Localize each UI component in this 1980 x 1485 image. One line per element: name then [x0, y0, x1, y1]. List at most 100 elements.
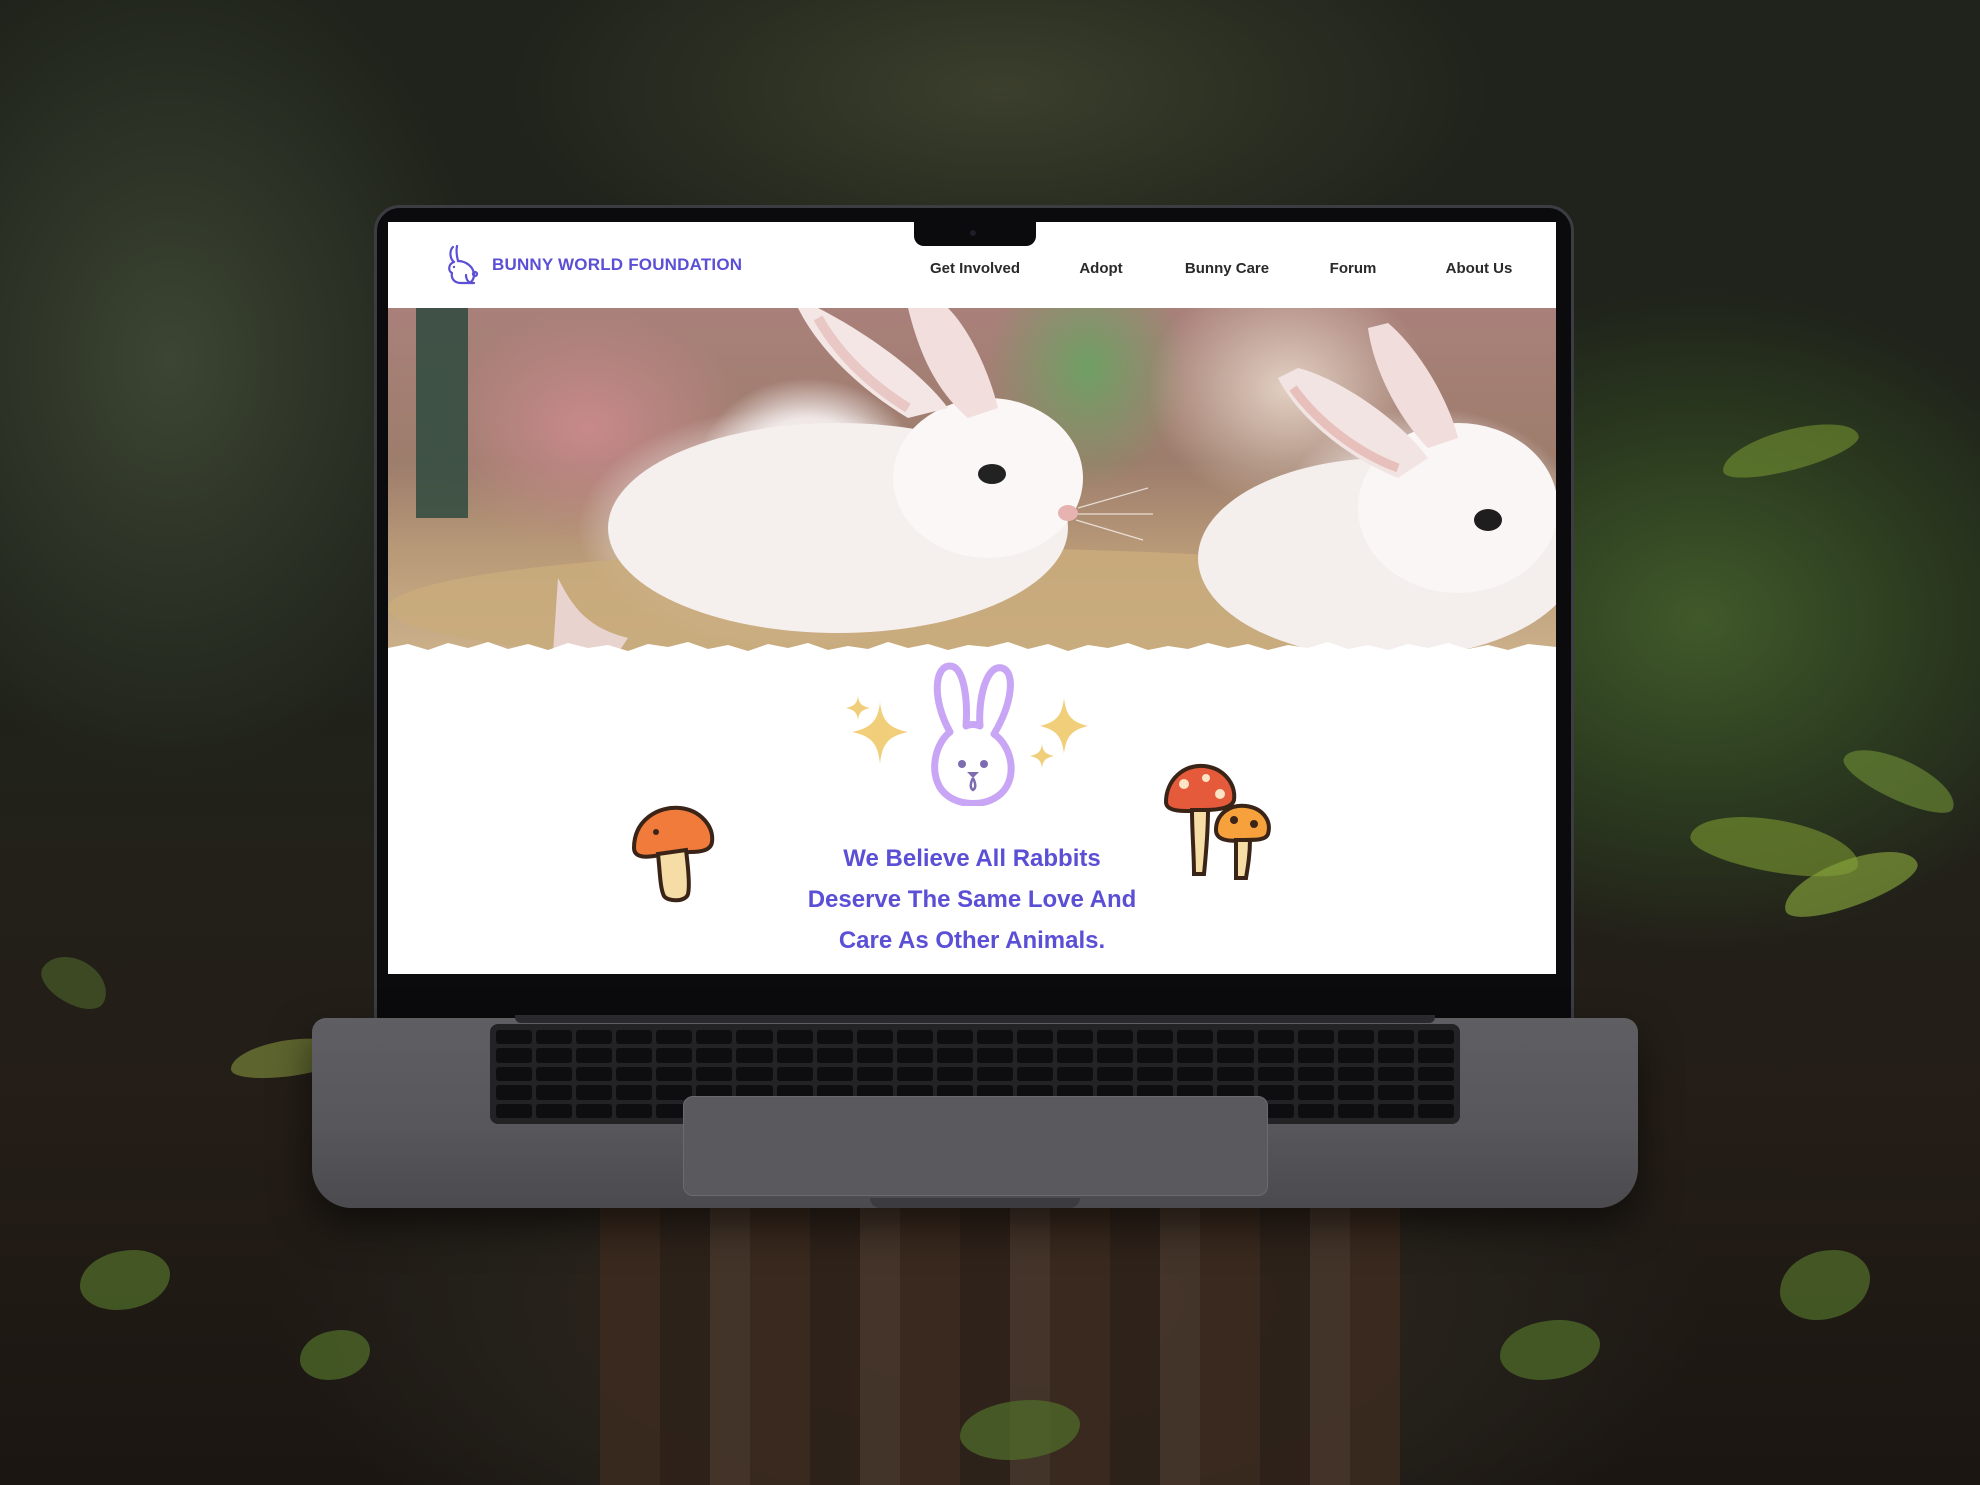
keyboard-key — [656, 1048, 693, 1063]
laptop-front-lip — [870, 1198, 1080, 1208]
plant — [1500, 1320, 1600, 1380]
keyboard-key — [656, 1030, 693, 1045]
keyboard-key — [536, 1085, 573, 1100]
keyboard-key — [576, 1085, 613, 1100]
sparkle-icon — [846, 696, 908, 764]
keyboard-key — [1377, 1085, 1414, 1100]
keyboard-key — [856, 1030, 893, 1045]
keyboard-key — [1057, 1066, 1094, 1082]
keyboard-key — [1257, 1030, 1294, 1045]
tagline-line: We Believe All Rabbits — [843, 845, 1101, 872]
keyboard-key — [576, 1030, 613, 1045]
keyboard-key — [896, 1066, 933, 1082]
trackpad — [683, 1096, 1268, 1196]
nav-forum[interactable]: Forum — [1290, 260, 1416, 277]
plant — [80, 1250, 170, 1310]
laptop-screen: BUNNY WORLD FOUNDATION Get Involved Adop… — [388, 222, 1556, 974]
keyboard-key — [496, 1066, 533, 1082]
keyboard-key — [1177, 1048, 1214, 1063]
keyboard-key — [1297, 1103, 1334, 1118]
keyboard-key — [1297, 1085, 1334, 1100]
keyboard-key — [1097, 1066, 1134, 1082]
keyboard-key — [936, 1066, 973, 1082]
keyboard-key — [1017, 1066, 1054, 1082]
keyboard-key — [696, 1066, 733, 1082]
keyboard-key — [1337, 1103, 1374, 1118]
leaf — [33, 945, 117, 1019]
keyboard-key — [616, 1048, 653, 1063]
photo-scene: BUNNY WORLD FOUNDATION Get Involved Adop… — [0, 0, 1980, 1485]
keyboard-key — [1417, 1103, 1454, 1118]
keyboard-key — [1417, 1030, 1454, 1045]
keyboard-key — [496, 1103, 533, 1118]
leaf — [1717, 412, 1863, 488]
nav-about-us[interactable]: About Us — [1416, 260, 1542, 277]
keyboard-key — [696, 1030, 733, 1045]
keyboard-key — [976, 1030, 1014, 1045]
tagline-line: Care As Other Animals. — [838, 927, 1106, 954]
keyboard-key — [776, 1066, 813, 1082]
keyboard-key — [1137, 1048, 1174, 1063]
keyboard-key — [1017, 1030, 1054, 1045]
keyboard-key — [496, 1048, 533, 1063]
keyboard-key — [1057, 1030, 1094, 1045]
leaf — [1837, 736, 1963, 824]
keyboard-key — [1377, 1066, 1414, 1082]
keyboard-key — [616, 1030, 653, 1045]
keyboard-key — [856, 1066, 893, 1082]
keyboard-key — [776, 1048, 813, 1063]
mushrooms-icon — [1164, 763, 1271, 880]
keyboard-key — [1137, 1030, 1174, 1045]
bunny-face-icon — [931, 662, 1015, 806]
keyboard-key — [816, 1048, 853, 1063]
keyboard-key — [1297, 1048, 1334, 1063]
mission-section: We Believe All Rabbits Deserve The Same … — [388, 652, 1556, 974]
keyboard-key — [1337, 1048, 1374, 1063]
keyboard-key — [1177, 1030, 1214, 1045]
keyboard-key — [1217, 1048, 1254, 1063]
keyboard-key — [1337, 1085, 1374, 1100]
keyboard-key — [576, 1103, 613, 1118]
nav-get-involved[interactable]: Get Involved — [912, 260, 1038, 277]
keyboard-key — [776, 1030, 813, 1045]
keyboard-key — [496, 1085, 533, 1100]
keyboard-key — [1097, 1030, 1134, 1045]
keyboard-key — [1417, 1085, 1454, 1100]
rabbit-icon — [448, 244, 479, 285]
keyboard-key — [816, 1066, 853, 1082]
keyboard-key — [536, 1103, 573, 1118]
keyboard-key — [736, 1030, 773, 1045]
keyboard-key — [1217, 1066, 1254, 1082]
keyboard-key — [616, 1085, 653, 1100]
keyboard-key — [616, 1103, 653, 1118]
keyboard-key — [696, 1048, 733, 1063]
keyboard-key — [1257, 1066, 1294, 1082]
keyboard-key — [856, 1048, 893, 1063]
keyboard-key — [976, 1066, 1014, 1082]
keyboard-key — [896, 1048, 933, 1063]
laptop-hinge — [515, 1015, 1435, 1023]
keyboard-key — [536, 1030, 573, 1045]
keyboard-key — [1297, 1066, 1334, 1082]
keyboard-key — [1137, 1066, 1174, 1082]
nav-bunny-care[interactable]: Bunny Care — [1164, 260, 1290, 277]
keyboard-key — [1057, 1048, 1094, 1063]
keyboard-key — [976, 1048, 1014, 1063]
brand[interactable]: BUNNY WORLD FOUNDATION — [444, 243, 742, 287]
keyboard-key — [536, 1066, 573, 1082]
keyboard-key — [1177, 1066, 1214, 1082]
keyboard-key — [1017, 1048, 1054, 1063]
nav-adopt[interactable]: Adopt — [1038, 260, 1164, 277]
keyboard-key — [616, 1066, 653, 1082]
keyboard-key — [496, 1030, 533, 1045]
keyboard-key — [1377, 1048, 1414, 1063]
keyboard-key — [536, 1048, 573, 1063]
keyboard-key — [576, 1048, 613, 1063]
keyboard-key — [936, 1048, 973, 1063]
rabbits-illustration — [388, 308, 1556, 653]
mission-tagline: We Believe All Rabbits Deserve The Same … — [772, 838, 1172, 961]
sparkle-icon — [1030, 698, 1088, 768]
keyboard-key — [736, 1048, 773, 1063]
plant — [300, 1330, 370, 1380]
keyboard-key — [1217, 1030, 1254, 1045]
